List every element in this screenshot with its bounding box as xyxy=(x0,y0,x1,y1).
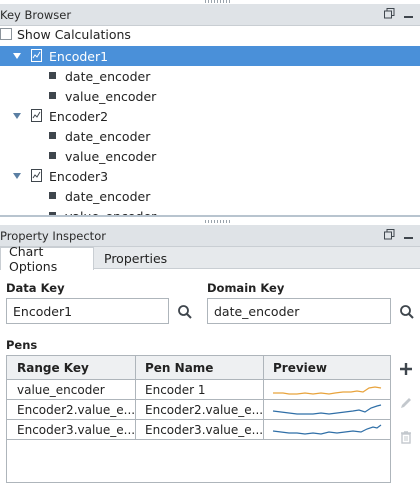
chevron-down-icon[interactable] xyxy=(12,51,22,61)
pen-preview-sparkline xyxy=(272,424,382,435)
search-icon[interactable] xyxy=(399,304,415,320)
tree-item-date-encoder[interactable]: date_encoder xyxy=(0,186,420,206)
key-leaf-icon xyxy=(49,152,56,159)
key-tree[interactable]: Encoder1 date_encoder value_encoder Enco… xyxy=(0,46,420,216)
key-leaf-icon xyxy=(49,72,56,79)
encoder-chart-icon xyxy=(31,109,42,122)
tree-item-value-encoder[interactable]: value_encoder xyxy=(0,86,420,106)
column-header-pen-name[interactable]: Pen Name xyxy=(135,356,263,380)
delete-pen-button[interactable] xyxy=(398,429,414,445)
minimize-icon[interactable] xyxy=(403,8,414,19)
tab-chart-options[interactable]: Chart Options xyxy=(0,244,94,274)
domain-key-value: date_encoder xyxy=(214,303,300,319)
column-header-range-key[interactable]: Range Key xyxy=(7,356,135,380)
tab-label: Properties xyxy=(104,250,168,266)
tree-item-encoder3[interactable]: Encoder3 xyxy=(0,166,420,186)
splitter-grip[interactable] xyxy=(205,220,231,223)
pens-table-header: Range Key Pen Name Preview xyxy=(7,356,390,380)
tree-item-date-encoder[interactable]: date_encoder xyxy=(0,126,420,146)
domain-key-label: Domain Key xyxy=(207,281,285,295)
encoder-chart-icon xyxy=(31,49,42,62)
minimize-icon[interactable] xyxy=(403,229,414,240)
show-calculations-checkbox[interactable] xyxy=(0,28,12,40)
tree-item-value-encoder[interactable]: value_encoder xyxy=(0,146,420,166)
key-leaf-icon xyxy=(49,192,56,199)
restore-window-icon[interactable] xyxy=(384,229,395,240)
key-browser-header: Key Browser xyxy=(0,4,420,26)
add-pen-button[interactable] xyxy=(398,361,414,377)
pen-name-cell: Encoder3.value_e... xyxy=(145,423,263,437)
tree-item-label: value_encoder xyxy=(65,148,157,164)
restore-window-icon[interactable] xyxy=(384,8,395,19)
pen-name-cell: Encoder2.value_e... xyxy=(145,403,263,417)
tree-item-label: Encoder3 xyxy=(49,168,109,184)
data-key-field[interactable]: Encoder1 xyxy=(6,298,169,324)
tree-item-label: date_encoder xyxy=(65,188,151,204)
chevron-down-icon[interactable] xyxy=(12,111,22,121)
key-leaf-icon xyxy=(49,92,56,99)
key-browser-title: Key Browser xyxy=(0,7,72,22)
inspector-tabs: Chart Options Properties xyxy=(0,244,420,274)
table-row[interactable]: Encoder3.value_e... Encoder3.value_e... xyxy=(7,420,390,440)
domain-key-field[interactable]: date_encoder xyxy=(207,298,391,324)
tree-item-label: date_encoder xyxy=(65,68,151,84)
tab-label: Chart Options xyxy=(9,244,58,274)
pen-name-cell: Encoder 1 xyxy=(145,383,206,397)
pens-table[interactable]: Range Key Pen Name Preview value_encoder… xyxy=(6,355,391,483)
encoder-chart-icon xyxy=(31,169,42,182)
show-calculations-label: Show Calculations xyxy=(17,26,131,42)
key-leaf-icon xyxy=(49,132,56,139)
table-row[interactable]: Encoder2.value_e... Encoder2.value_e... xyxy=(7,400,390,420)
property-inspector-title: Property Inspector xyxy=(0,228,106,243)
show-calculations-toggle[interactable]: Show Calculations xyxy=(0,24,131,44)
table-row[interactable]: value_encoder Encoder 1 xyxy=(7,380,390,400)
range-key-cell: Encoder2.value_e... xyxy=(17,403,135,417)
search-icon[interactable] xyxy=(177,304,193,320)
tree-item-date-encoder[interactable]: date_encoder xyxy=(0,66,420,86)
top-resize-grip[interactable] xyxy=(205,0,231,3)
tree-item-label: date_encoder xyxy=(65,128,151,144)
tab-properties[interactable]: Properties xyxy=(96,247,175,269)
pens-label: Pens xyxy=(6,338,38,352)
tree-item-label: Encoder1 xyxy=(49,48,109,64)
column-header-preview[interactable]: Preview xyxy=(263,356,390,380)
tree-item-label: Encoder2 xyxy=(49,108,109,124)
chevron-down-icon[interactable] xyxy=(12,171,22,181)
data-key-label: Data Key xyxy=(6,281,65,295)
edit-pen-button[interactable] xyxy=(398,395,414,411)
tree-item-encoder2[interactable]: Encoder2 xyxy=(0,106,420,126)
pen-preview-sparkline xyxy=(273,386,382,395)
range-key-cell: Encoder3.value_e... xyxy=(17,423,135,437)
tree-item-encoder1[interactable]: Encoder1 xyxy=(0,46,420,66)
range-key-cell: value_encoder xyxy=(17,383,105,397)
panel-divider xyxy=(0,215,420,217)
tree-item-label: value_encoder xyxy=(65,88,157,104)
pen-preview-sparkline xyxy=(272,404,382,415)
data-key-value: Encoder1 xyxy=(13,303,73,319)
